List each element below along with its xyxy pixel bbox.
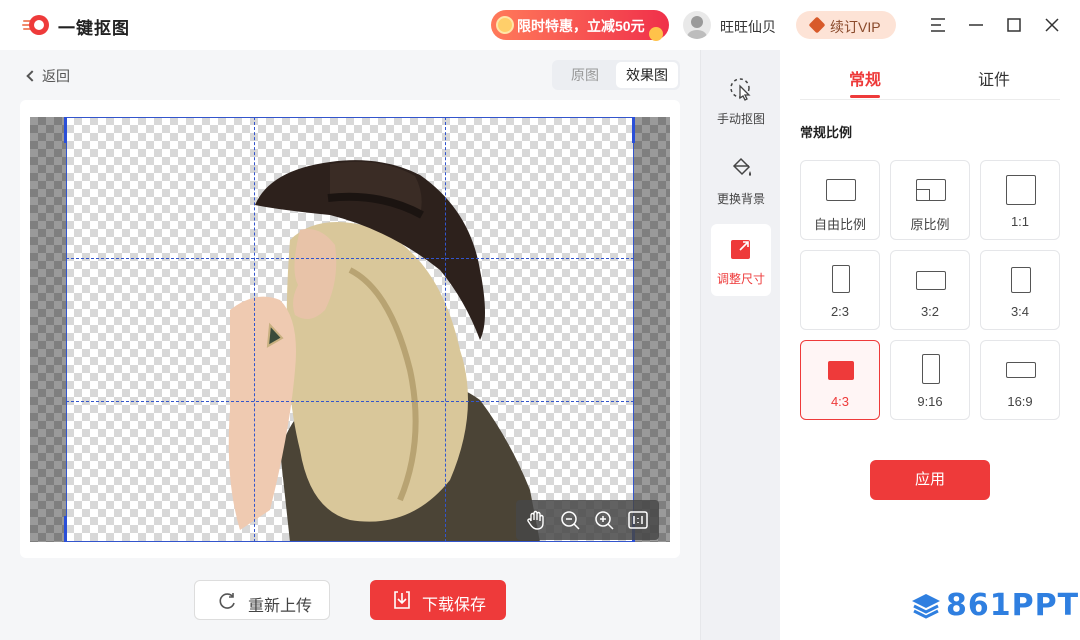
ratio-label: 自由比例 xyxy=(813,217,866,232)
renew-vip-button[interactable]: 续订VIP xyxy=(796,11,896,39)
paint-bucket-icon xyxy=(732,157,751,176)
refresh-icon xyxy=(219,593,235,609)
zoom-in-icon[interactable] xyxy=(593,509,615,531)
tab-regular[interactable]: 常规 xyxy=(849,66,881,90)
ratio-inner-shape xyxy=(916,189,930,201)
ratio-label: 3:4 xyxy=(1010,304,1030,319)
tab-id-photo[interactable]: 证件 xyxy=(978,66,1010,90)
ratio-16-9[interactable]: 16:9 xyxy=(980,340,1060,420)
menu-icon[interactable] xyxy=(928,15,948,35)
maximize-icon[interactable] xyxy=(1004,15,1024,35)
crop-handle-bottom-left[interactable] xyxy=(64,516,67,542)
settings-panel: 常规 证件 常规比例 自由比例 原比例 1:1 2:3 3:2 3:4 4:3 … xyxy=(780,50,1080,640)
save-label: 下载保存 xyxy=(422,597,487,614)
view-toggle: 原图 效果图 xyxy=(552,60,680,90)
divider xyxy=(800,99,1060,100)
minimize-icon[interactable] xyxy=(966,15,986,35)
ratio-1-1[interactable]: 1:1 xyxy=(980,160,1060,240)
ratio-original[interactable]: 原比例 xyxy=(890,160,970,240)
crop-handle-top-right[interactable] xyxy=(632,117,635,143)
ratio-label: 原比例 xyxy=(910,217,950,232)
username[interactable]: 旺旺仙贝 xyxy=(720,17,776,37)
ratio-label: 16:9 xyxy=(1007,394,1033,409)
actual-size-icon[interactable] xyxy=(627,509,649,531)
zoom-toolbar xyxy=(516,500,659,540)
crop-frame[interactable] xyxy=(66,117,634,542)
manual-cutout-icon xyxy=(730,78,751,101)
title-bar: 一键抠图 限时特惠，立减50元 旺旺仙贝 续订VIP xyxy=(0,0,1080,50)
reupload-button[interactable]: 重新上传 xyxy=(194,580,330,620)
hand-icon[interactable] xyxy=(525,509,547,531)
reupload-label: 重新上传 xyxy=(248,598,313,615)
ratio-shape-icon xyxy=(832,265,850,293)
zoom-out-icon[interactable] xyxy=(559,509,581,531)
original-view-tab[interactable]: 原图 xyxy=(554,62,616,88)
ratio-label: 4:3 xyxy=(830,394,850,409)
ratio-free[interactable]: 自由比例 xyxy=(800,160,880,240)
avatar[interactable] xyxy=(683,11,711,39)
crop-grid-line xyxy=(66,258,634,259)
app-name: 一键抠图 xyxy=(58,19,130,38)
stack-logo-icon xyxy=(912,594,940,619)
logo-icon xyxy=(22,15,49,35)
tool-resize[interactable]: 调整尺寸 xyxy=(711,224,771,296)
watermark: 861PPT xyxy=(910,588,1078,624)
chevron-left-icon xyxy=(26,70,38,82)
vip-gem-icon xyxy=(808,16,826,34)
result-view-tab[interactable]: 效果图 xyxy=(616,62,678,88)
vip-label: 续订VIP xyxy=(830,19,881,35)
close-icon[interactable] xyxy=(1042,15,1062,35)
crop-grid-line xyxy=(66,401,634,402)
outside-crop-area xyxy=(30,117,66,542)
tool-sidebar: 手动抠图 更换背景 调整尺寸 xyxy=(700,50,780,640)
ratio-shape-icon xyxy=(1006,175,1036,205)
ratio-4-3[interactable]: 4:3 xyxy=(800,340,880,420)
ratio-shape-icon xyxy=(828,361,854,380)
tool-label: 手动抠图 xyxy=(716,112,765,126)
tool-change-background[interactable]: 更换背景 xyxy=(711,144,771,216)
tool-label: 更换背景 xyxy=(716,192,765,206)
ratio-shape-icon xyxy=(1006,362,1036,378)
ratio-label: 2:3 xyxy=(830,304,850,319)
ratio-3-2[interactable]: 3:2 xyxy=(890,250,970,330)
watermark-text: 861PPT xyxy=(946,588,1080,623)
crop-grid-line xyxy=(254,117,255,542)
ratio-9-16[interactable]: 9:16 xyxy=(890,340,970,420)
download-save-button[interactable]: 下载保存 xyxy=(370,580,506,620)
outside-crop-area xyxy=(634,117,670,542)
ratio-label: 3:2 xyxy=(920,304,940,319)
ratio-shape-icon xyxy=(922,354,940,384)
ratio-shape-icon xyxy=(916,271,946,290)
coin-icon xyxy=(496,16,514,34)
crop-handle-top-left[interactable] xyxy=(64,117,67,143)
ratio-3-4[interactable]: 3:4 xyxy=(980,250,1060,330)
active-tab-indicator xyxy=(850,95,880,98)
tool-label: 调整尺寸 xyxy=(716,272,765,286)
section-title: 常规比例 xyxy=(800,125,853,140)
ratio-label: 9:16 xyxy=(917,394,943,409)
download-icon xyxy=(394,591,410,609)
tool-manual-cutout[interactable]: 手动抠图 xyxy=(711,64,771,136)
apply-button[interactable]: 应用 xyxy=(870,460,990,500)
ratio-2-3[interactable]: 2:3 xyxy=(800,250,880,330)
ratio-label: 1:1 xyxy=(1010,214,1030,229)
back-button[interactable]: 返回 xyxy=(26,66,70,86)
promo-label: 限时特惠，立减50元 xyxy=(517,18,645,34)
coin-icon xyxy=(649,27,663,41)
promo-banner[interactable]: 限时特惠，立减50元 xyxy=(491,10,669,41)
resize-icon xyxy=(731,240,750,259)
ratio-shape-icon xyxy=(826,179,856,201)
crop-grid-line xyxy=(445,117,446,542)
back-label: 返回 xyxy=(42,68,70,84)
ratio-shape-icon xyxy=(1011,267,1031,293)
